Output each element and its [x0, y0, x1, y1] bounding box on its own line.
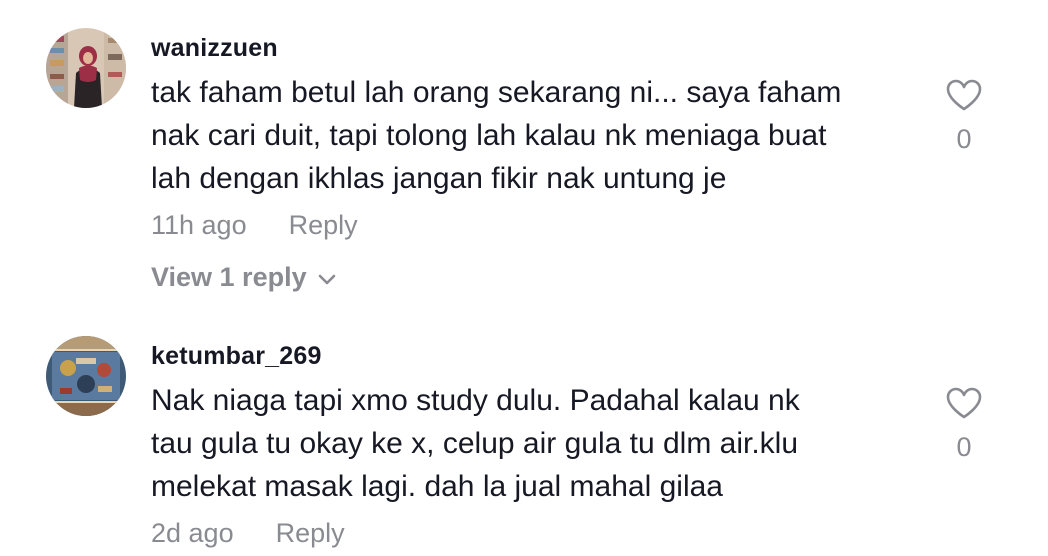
like-button[interactable]: [944, 386, 984, 425]
comment-meta: 2d ago Reply: [151, 518, 345, 549]
comment-text-line: tau gula tu okay ke x, celup air gula tu…: [151, 427, 799, 460]
reply-button[interactable]: Reply: [276, 518, 345, 548]
comment-username[interactable]: ketumbar_269: [151, 342, 322, 371]
comment-text: Nak niaga tapi xmo study dulu. Padahal k…: [151, 379, 921, 508]
comment-text-line: melekat masak lagi. dah la jual mahal gi…: [151, 470, 723, 503]
comment-text-line: Nak niaga tapi xmo study dulu. Padahal k…: [151, 384, 800, 417]
heart-outline-icon: [946, 387, 982, 419]
like-count: 0: [956, 432, 972, 462]
avatar[interactable]: [46, 336, 126, 416]
comment-timestamp: 2d ago: [151, 518, 234, 548]
comment-item: ketumbar_269 Nak niaga tapi xmo study du…: [0, 0, 1048, 556]
